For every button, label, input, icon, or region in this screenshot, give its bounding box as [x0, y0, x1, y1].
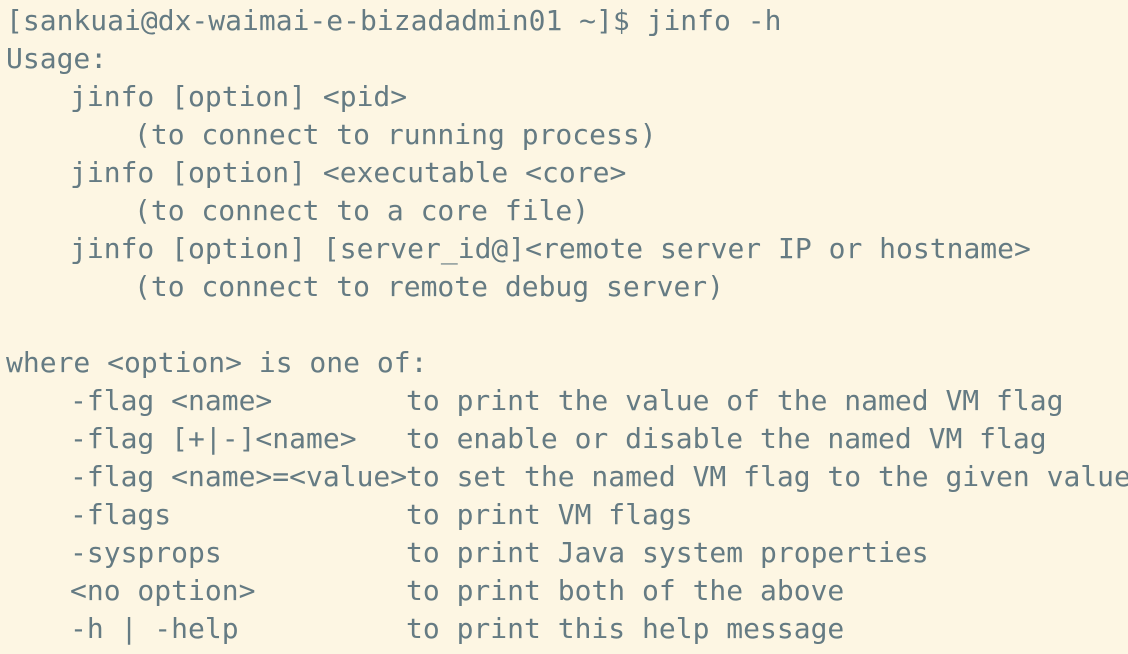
option-description: to print the value of the named VM flag	[406, 384, 1064, 417]
usage-command: jinfo [option] [server_id@]<remote serve…	[70, 232, 1031, 265]
option-name: -sysprops	[70, 536, 222, 569]
option-row: -sysprops to print Java system propertie…	[6, 534, 1128, 572]
option-row: -flag <name>=<value> to set the named VM…	[6, 458, 1128, 496]
option-row: -flag <name> to print the value of the n…	[6, 382, 1128, 420]
option-name: -flag [+|-]<name>	[70, 422, 357, 455]
option-row: -h | -help to print this help message	[6, 610, 1128, 648]
option-description: to set the named VM flag to the given va…	[406, 460, 1128, 493]
option-description: to print Java system properties	[406, 536, 929, 569]
option-description: to print this help message	[406, 612, 845, 645]
terminal-window[interactable]: [sankuai@dx-waimai-e-bizadadmin01 ~]$ ji…	[0, 0, 1128, 654]
option-description: to print both of the above	[406, 574, 845, 607]
option-description: to enable or disable the named VM flag	[406, 422, 1047, 455]
usage-command: jinfo [option] <pid>	[70, 80, 408, 113]
usage-command: jinfo [option] <executable <core>	[70, 156, 627, 189]
usage-note: (to connect to a core file)	[134, 194, 590, 227]
usage-note: (to connect to running process)	[134, 118, 657, 151]
options-header: where <option> is one of:	[6, 346, 428, 379]
usage-note: (to connect to remote debug server)	[134, 270, 725, 303]
option-name: -flag <name>	[70, 384, 273, 417]
option-description: to print VM flags	[406, 498, 693, 531]
option-name: -flag <name>=<value>	[70, 460, 408, 493]
option-row: <no option> to print both of the above	[6, 572, 1128, 610]
option-row: -flags to print VM flags	[6, 496, 1128, 534]
option-name: <no option>	[70, 574, 256, 607]
option-name: -flags	[70, 498, 172, 531]
option-row: -flag [+|-]<name> to enable or disable t…	[6, 420, 1128, 458]
usage-header: Usage:	[6, 42, 108, 75]
option-name: -h | -help	[70, 612, 239, 645]
command-prompt-line: [sankuai@dx-waimai-e-bizadadmin01 ~]$ ji…	[6, 4, 782, 37]
